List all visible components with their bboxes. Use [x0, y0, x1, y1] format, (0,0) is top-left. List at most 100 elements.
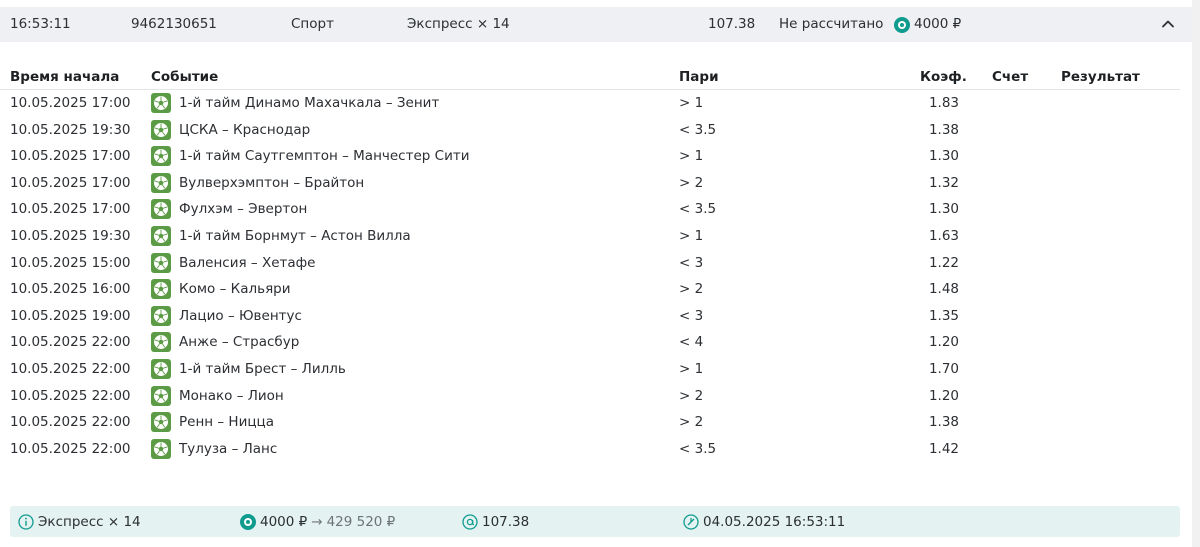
summary-payout: 429 520 ₽	[326, 513, 396, 530]
row-coef: 1.48	[928, 281, 959, 298]
row-event[interactable]: Монако – Лион	[151, 385, 284, 406]
row-start-time: 10.05.2025 17:00	[10, 148, 131, 165]
row-event[interactable]: 1-й тайм Саутгемптон – Манчестер Сити	[151, 146, 470, 167]
row-start-time: 10.05.2025 19:30	[10, 121, 131, 138]
row-coef: 1.30	[928, 148, 959, 165]
row-event[interactable]: Тулуза – Ланс	[151, 438, 277, 459]
row-pari: > 2	[679, 414, 704, 431]
table-header: Время начала Событие Пари Коэф. Счет Рез…	[0, 64, 1180, 90]
row-start-time: 10.05.2025 22:00	[10, 414, 131, 431]
bet-header[interactable]: 16:53:11 9462130651 Спорт Экспресс × 14 …	[0, 7, 1192, 42]
table-row[interactable]: 10.05.2025 19:30 ЦСКА – Краснодар < 3.5 1.3…	[0, 118, 1180, 145]
row-event-name: Монако – Лион	[179, 387, 284, 404]
table-row[interactable]: 10.05.2025 22:00 Ренн – Ницца > 2 1.38	[0, 410, 1180, 437]
table-row[interactable]: 10.05.2025 22:00 Тулуза – Ланс < 3.5 1.42	[0, 437, 1180, 464]
row-coef: 1.30	[928, 201, 959, 218]
row-pari: > 2	[679, 387, 704, 404]
row-pari: > 1	[679, 227, 704, 244]
row-start-time: 10.05.2025 17:00	[10, 95, 131, 111]
clock-icon	[683, 513, 699, 530]
row-event[interactable]: Анже – Страсбур	[151, 332, 300, 353]
chevron-up-icon[interactable]	[1158, 14, 1178, 34]
table-row[interactable]: 10.05.2025 15:00 Валенсия – Хетафе < 3 1.22	[0, 251, 1180, 278]
row-event-name: Фулхэм – Эвертон	[179, 201, 308, 218]
table-row[interactable]: 10.05.2025 22:00 Анже – Страсбур < 4 1.20	[0, 330, 1180, 357]
table-row[interactable]: 10.05.2025 17:00 Фулхэм – Эвертон < 3.5 1.3…	[0, 197, 1180, 224]
soccer-ball-icon	[151, 438, 171, 459]
table-row[interactable]: 10.05.2025 19:30 1-й тайм Борнмут – Астон…	[0, 224, 1180, 251]
column-result: Результат	[1061, 69, 1140, 85]
row-event-name: 1-й тайм Борнмут – Астон Вилла	[179, 227, 411, 244]
row-start-time: 10.05.2025 17:00	[10, 201, 131, 218]
info-icon	[18, 513, 34, 530]
bet-status: Не рассчитано	[779, 16, 884, 32]
summary-amount-value: 4000 ₽	[260, 513, 308, 530]
row-event-name: 1-й тайм Саутгемптон – Манчестер Сити	[179, 148, 470, 165]
row-pari: > 1	[679, 95, 704, 111]
row-event[interactable]: Ренн – Ницца	[151, 412, 275, 433]
bet-id: 9462130651	[131, 16, 217, 32]
row-event[interactable]: 1-й тайм Борнмут – Астон Вилла	[151, 225, 411, 246]
scrollbar[interactable]	[1192, 0, 1200, 547]
row-event-name: 1-й тайм Брест – Лилль	[179, 360, 346, 377]
soccer-ball-icon	[151, 305, 171, 326]
row-pari: < 3.5	[679, 121, 717, 138]
row-coef: 1.63	[928, 227, 959, 244]
summary-type: Экспресс × 14	[18, 506, 141, 537]
column-time: Время начала	[10, 69, 120, 85]
soccer-ball-icon	[151, 172, 171, 193]
row-event[interactable]: Фулхэм – Эвертон	[151, 199, 308, 220]
row-start-time: 10.05.2025 17:00	[10, 174, 131, 191]
row-event-name: Ренн – Ницца	[179, 414, 275, 431]
soccer-ball-icon	[151, 199, 171, 220]
row-start-time: 10.05.2025 19:30	[10, 227, 131, 244]
row-coef: 1.20	[928, 387, 959, 404]
soccer-ball-icon	[151, 385, 171, 406]
row-coef: 1.83	[928, 95, 959, 111]
row-pari: > 1	[679, 360, 704, 377]
row-coef: 1.70	[928, 360, 959, 377]
summary-amount: 4000 ₽ → 429 520 ₽	[240, 506, 395, 537]
soccer-ball-icon	[151, 252, 171, 273]
row-start-time: 10.05.2025 15:00	[10, 254, 131, 271]
table-row[interactable]: 10.05.2025 17:00 1-й тайм Саутгемптон – М…	[0, 144, 1180, 171]
row-event[interactable]: Валенсия – Хетафе	[151, 252, 316, 273]
row-pari: > 1	[679, 148, 704, 165]
row-pari: < 3	[679, 254, 704, 271]
row-event-name: ЦСКА – Краснодар	[179, 121, 311, 138]
row-pari: < 3.5	[679, 201, 717, 218]
row-event-name: 1-й тайм Динамо Махачкала – Зенит	[179, 95, 440, 111]
row-coef: 1.38	[928, 121, 959, 138]
row-event[interactable]: 1-й тайм Динамо Махачкала – Зенит	[151, 93, 439, 113]
table-row[interactable]: 10.05.2025 17:00 1-й тайм Динамо Махачкал…	[0, 91, 1180, 118]
bet-sport: Спорт	[291, 16, 334, 32]
row-event[interactable]: Комо – Кальяри	[151, 279, 291, 300]
table-row[interactable]: 10.05.2025 22:00 1-й тайм Брест – Лилль > …	[0, 357, 1180, 384]
coin-icon	[240, 513, 256, 530]
soccer-ball-icon	[151, 358, 171, 379]
bet-coef: 107.38	[708, 16, 756, 32]
row-event-name: Анже – Страсбур	[179, 334, 300, 351]
row-start-time: 10.05.2025 22:00	[10, 387, 131, 404]
table-row[interactable]: 10.05.2025 16:00 Комо – Кальяри > 2 1.48	[0, 277, 1180, 304]
table-row[interactable]: 10.05.2025 22:00 Монако – Лион > 2 1.20	[0, 384, 1180, 411]
row-event-name: Комо – Кальяри	[179, 281, 291, 298]
row-event-name: Вулверхэмптон – Брайтон	[179, 174, 365, 191]
table-row[interactable]: 10.05.2025 19:00 Лацио – Ювентус < 3 1.35	[0, 304, 1180, 331]
row-coef: 1.35	[928, 307, 959, 324]
column-coef: Коэф.	[920, 69, 967, 85]
row-event[interactable]: ЦСКА – Краснодар	[151, 119, 311, 140]
row-event-name: Лацио – Ювентус	[179, 307, 302, 324]
row-event[interactable]: Лацио – Ювентус	[151, 305, 302, 326]
row-event[interactable]: Вулверхэмптон – Брайтон	[151, 172, 365, 193]
row-pari: < 3	[679, 307, 704, 324]
row-event[interactable]: 1-й тайм Брест – Лилль	[151, 358, 346, 379]
table-row[interactable]: 10.05.2025 17:00 Вулверхэмптон – Брайтон >…	[0, 171, 1180, 198]
arrow-right-icon: →	[311, 513, 323, 530]
row-event-name: Валенсия – Хетафе	[179, 254, 316, 271]
soccer-ball-icon	[151, 146, 171, 167]
row-coef: 1.22	[928, 254, 959, 271]
soccer-ball-icon	[151, 93, 171, 113]
bet-card: 16:53:11 9462130651 Спорт Экспресс × 14 …	[0, 0, 1192, 547]
summary-date-value: 04.05.2025 16:53:11	[703, 513, 846, 530]
